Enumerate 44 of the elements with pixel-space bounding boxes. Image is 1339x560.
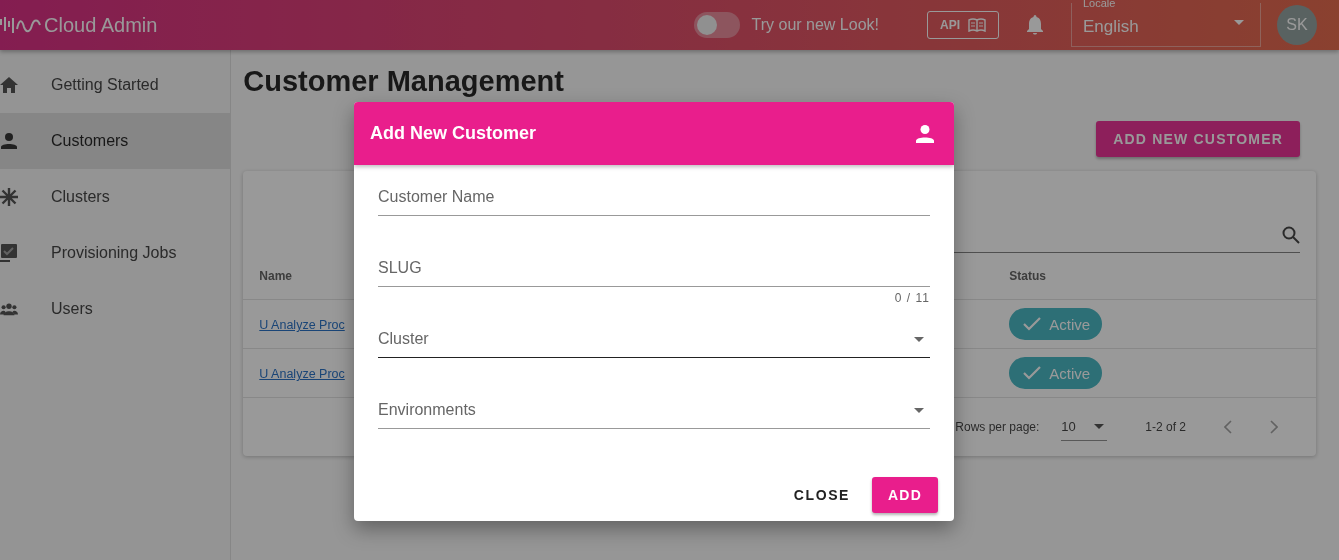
close-button[interactable]: CLOSE bbox=[781, 477, 863, 513]
customer-link[interactable]: U Analyze Proc bbox=[259, 367, 345, 381]
sidebar-item[interactable]: Customers bbox=[0, 113, 231, 169]
sidebar-item[interactable]: Users bbox=[0, 281, 231, 337]
caret-icon bbox=[914, 336, 924, 342]
column-header[interactable]: Status bbox=[1009, 269, 1046, 283]
select-field[interactable]: Cluster bbox=[378, 321, 930, 358]
book-icon bbox=[968, 18, 986, 32]
asterisk-icon bbox=[0, 188, 18, 206]
check-icon bbox=[1023, 317, 1042, 331]
wave-logo-icon bbox=[0, 15, 44, 35]
rows-per-page-select[interactable]: 10 bbox=[1061, 413, 1108, 441]
search-icon bbox=[1282, 226, 1300, 244]
status-chip: Active bbox=[1009, 308, 1103, 340]
status-chip: Active bbox=[1009, 357, 1103, 389]
rows-per-page-label: Rows per page: bbox=[955, 420, 1041, 434]
caret-icon bbox=[1093, 424, 1104, 429]
add-button[interactable]: ADD bbox=[872, 477, 938, 513]
check-icon bbox=[1023, 366, 1042, 380]
checklist-icon bbox=[0, 244, 18, 262]
person-icon bbox=[916, 124, 934, 143]
page-title: Customer Management bbox=[243, 65, 565, 98]
select-field[interactable]: Environments bbox=[378, 392, 930, 429]
locale-label: Locale bbox=[1083, 0, 1116, 9]
home-icon bbox=[0, 77, 18, 93]
customer-link[interactable]: U Analyze Proc bbox=[259, 318, 345, 332]
previous-page-icon[interactable] bbox=[1224, 420, 1232, 434]
add-customer-button[interactable]: ADD NEW CUSTOMER bbox=[1096, 121, 1300, 157]
next-page-icon[interactable] bbox=[1270, 420, 1278, 434]
input-field[interactable]: SLUG bbox=[378, 250, 930, 287]
app-title: Cloud Admin bbox=[44, 13, 158, 37]
page-range: 1-2 of 2 bbox=[1145, 420, 1186, 434]
dialog-title: Add New Customer bbox=[370, 123, 537, 144]
caret-icon bbox=[1234, 20, 1244, 25]
person-icon bbox=[0, 133, 18, 149]
caret-icon bbox=[914, 407, 924, 413]
character-counter: 0 / 11 bbox=[894, 291, 930, 305]
input-field[interactable]: Customer Name bbox=[378, 179, 930, 216]
people-icon bbox=[0, 302, 18, 316]
locale-value: English bbox=[1083, 17, 1139, 37]
bell-icon[interactable] bbox=[1025, 14, 1045, 36]
api-button[interactable]: API bbox=[927, 11, 999, 39]
sidebar-item[interactable]: Clusters bbox=[0, 169, 231, 225]
toggle-label: Try our new Look! bbox=[751, 16, 879, 34]
